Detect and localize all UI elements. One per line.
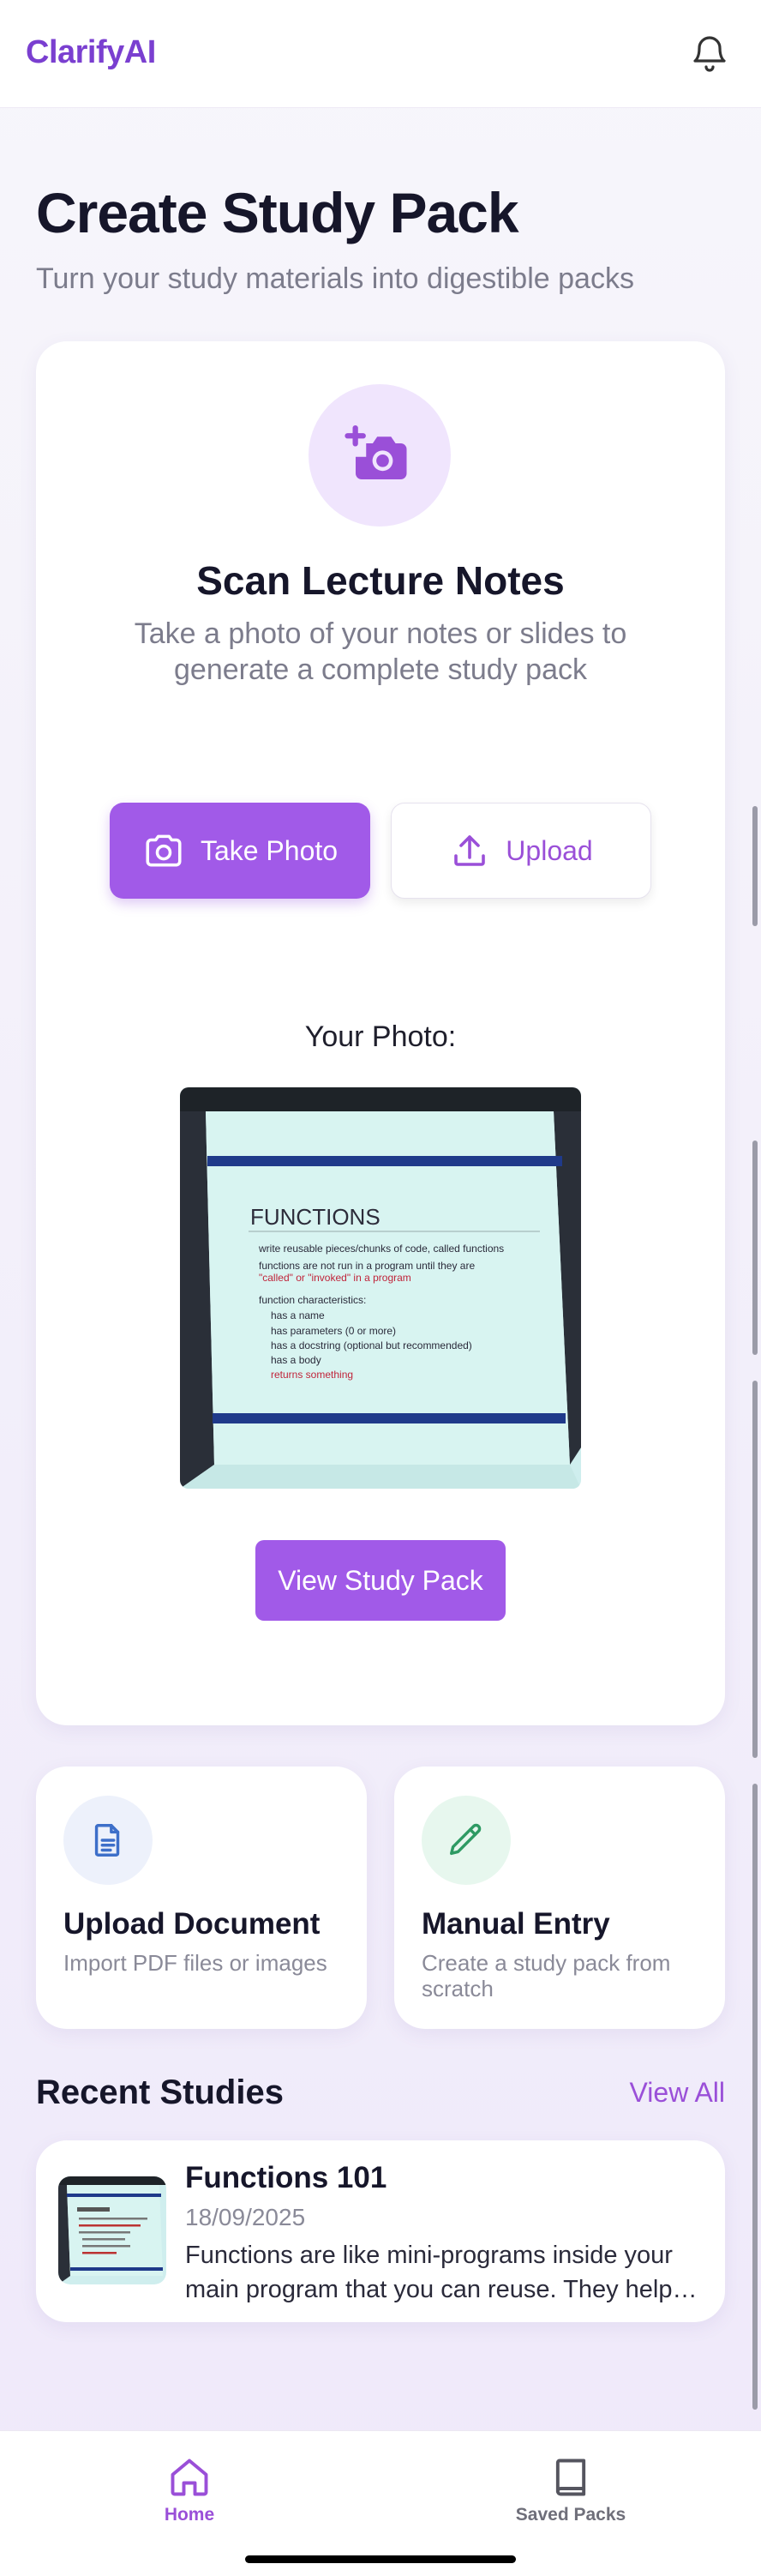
recent-study-item[interactable]: Functions 101 18/09/2025 Functions are l…	[36, 2140, 725, 2322]
your-photo-label: Your Photo:	[304, 1020, 457, 1053]
nav-saved-label: Saved Packs	[515, 2505, 626, 2525]
feature-title: Upload Document	[63, 1907, 321, 1941]
pencil-icon	[422, 1796, 511, 1885]
take-photo-label: Take Photo	[200, 834, 339, 866]
study-description: Functions are like mini-programs inside …	[185, 2242, 673, 2303]
scrollbar-segment[interactable]	[752, 1141, 758, 1355]
home-icon	[171, 2459, 208, 2496]
uploaded-photo[interactable]: FUNCTIONS write reusable pieces/chunks o…	[180, 1087, 581, 1489]
slide-bullet: has parameters (0 or more)	[271, 1325, 396, 1337]
page-subtitle: Turn your study materials into digestibl…	[36, 262, 634, 295]
slide-bullet: has a body	[271, 1354, 321, 1366]
scan-description: Take a photo of your notes or slides to …	[134, 617, 627, 686]
feature-description: Create a study pack from scratch	[422, 1950, 671, 2001]
study-thumbnail	[58, 2176, 166, 2284]
slide-heading: FUNCTIONS	[250, 1204, 380, 1230]
view-all-link[interactable]: View All	[630, 2077, 725, 2109]
feature-description: Import PDF files or images	[63, 1950, 327, 1976]
bottom-nav: Home Saved Packs	[0, 2430, 761, 2576]
app-logo[interactable]: ClarifyAI	[26, 34, 156, 71]
home-indicator	[245, 2555, 516, 2563]
nav-saved-packs[interactable]: Saved Packs	[485, 2455, 656, 2525]
study-date: 18/09/2025	[185, 2204, 306, 2230]
bell-icon[interactable]	[689, 33, 730, 74]
nav-home[interactable]: Home	[104, 2455, 275, 2525]
nav-home-label: Home	[164, 2505, 215, 2525]
upload-icon	[454, 835, 486, 866]
scrollbar-segment[interactable]	[752, 806, 758, 926]
upload-button[interactable]: Upload	[391, 803, 651, 899]
slide-bullet: write reusable pieces/chunks of code, ca…	[258, 1243, 504, 1255]
slide-bullet: returns something	[271, 1369, 353, 1381]
scrollbar-segment[interactable]	[752, 1381, 758, 1758]
slide-bullet: function characteristics:	[259, 1294, 366, 1306]
slide-bullet: has a name	[271, 1309, 325, 1321]
top-bar: ClarifyAI	[0, 0, 761, 108]
view-study-pack-button[interactable]: View Study Pack	[255, 1540, 506, 1621]
slide-bullet: functions are not run in a program until…	[259, 1260, 475, 1272]
feature-title: Manual Entry	[422, 1907, 610, 1941]
scan-card: Scan Lecture Notes Take a photo of your …	[36, 341, 725, 1725]
slide-bullet: "called" or "invoked" in a program	[259, 1272, 411, 1284]
recent-studies-title: Recent Studies	[36, 2073, 284, 2111]
camera-plus-icon	[309, 384, 451, 527]
upload-document-card[interactable]: Upload Document Import PDF files or imag…	[36, 1766, 367, 2029]
scan-title: Scan Lecture Notes	[196, 558, 565, 603]
book-icon	[555, 2459, 586, 2496]
camera-icon	[146, 834, 182, 867]
slide-bullet: has a docstring (optional but recommende…	[271, 1339, 472, 1351]
page-title: Create Study Pack	[36, 181, 519, 244]
take-photo-button[interactable]: Take Photo	[110, 803, 370, 899]
manual-entry-card[interactable]: Manual Entry Create a study pack from sc…	[394, 1766, 725, 2029]
scrollbar-segment[interactable]	[752, 1784, 758, 2410]
upload-label: Upload	[506, 834, 593, 866]
document-icon	[63, 1796, 153, 1885]
study-title: Functions 101	[185, 2161, 387, 2194]
